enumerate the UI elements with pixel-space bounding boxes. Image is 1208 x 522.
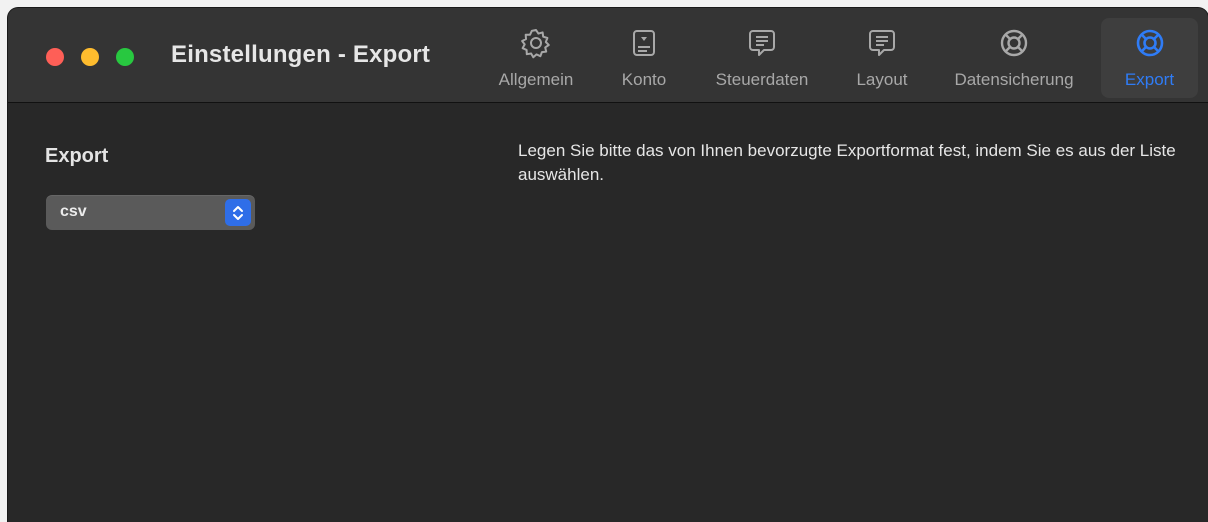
- lifebuoy-icon: [1133, 26, 1167, 60]
- tab-datensicherung[interactable]: Datensicherung: [936, 18, 1092, 98]
- window-title: Einstellungen - Export: [171, 41, 431, 68]
- gear-icon: [519, 26, 553, 60]
- chevron-up-down-icon: [225, 199, 251, 226]
- tab-allgemein[interactable]: Allgemein: [486, 18, 586, 98]
- tab-datensicherung-label: Datensicherung: [954, 70, 1074, 89]
- tab-steuerdaten[interactable]: Steuerdaten: [701, 18, 823, 98]
- zoom-window-button[interactable]: [116, 48, 134, 66]
- tab-allgemein-label: Allgemein: [498, 70, 574, 89]
- export-format-value: csv: [60, 203, 87, 220]
- export-format-select[interactable]: csv: [46, 195, 255, 230]
- close-window-button[interactable]: [46, 48, 64, 66]
- section-title: Export: [45, 145, 109, 167]
- minimize-window-button[interactable]: [81, 48, 99, 66]
- speech-bubble-icon: [865, 26, 899, 60]
- tab-layout-label: Layout: [856, 70, 908, 89]
- tab-konto[interactable]: Konto: [606, 18, 682, 98]
- export-description: Legen Sie bitte das von Ihnen bevorzugte…: [518, 141, 1176, 184]
- tab-steuerdaten-label: Steuerdaten: [715, 70, 809, 89]
- lifebuoy-icon: [997, 26, 1031, 60]
- account-card-icon: [627, 26, 661, 60]
- tab-export[interactable]: Export: [1101, 18, 1198, 98]
- tab-layout[interactable]: Layout: [842, 18, 922, 98]
- tab-konto-label: Konto: [621, 70, 667, 89]
- speech-bubble-icon: [745, 26, 779, 60]
- tab-export-label: Export: [1124, 70, 1175, 89]
- titlebar: Einstellungen - Export Allgemein Konto S…: [8, 8, 1208, 103]
- preferences-window: Einstellungen - Export Allgemein Konto S…: [8, 8, 1208, 522]
